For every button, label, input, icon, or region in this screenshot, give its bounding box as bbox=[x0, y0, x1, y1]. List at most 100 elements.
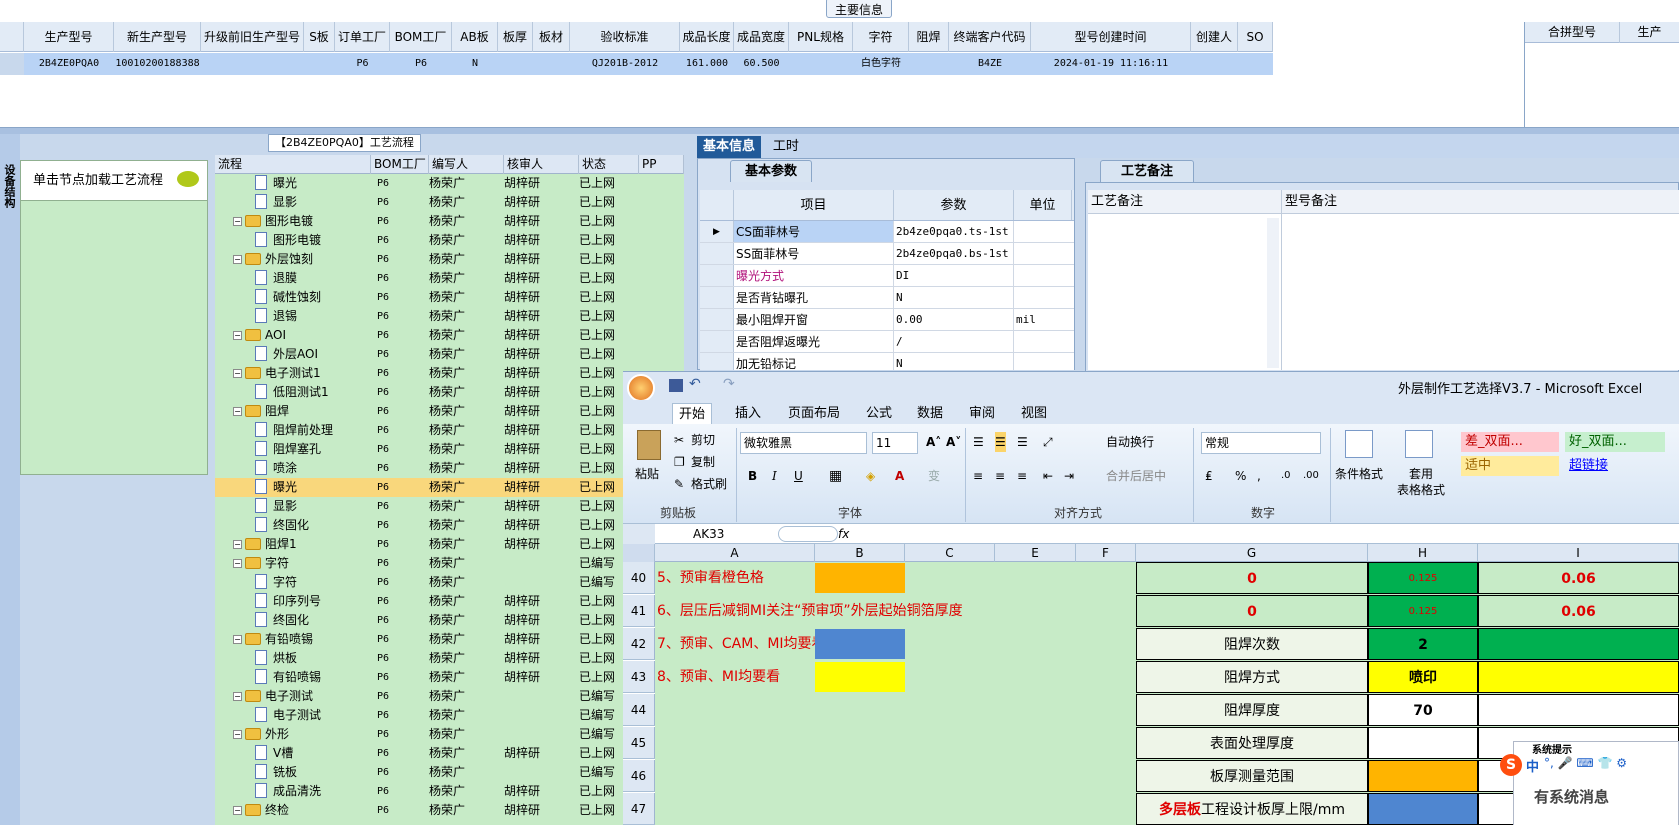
tree-node[interactable]: 成品清洗 bbox=[215, 782, 371, 801]
tree-col-writer[interactable]: 编写人 bbox=[429, 155, 504, 174]
copy-icon[interactable]: ❐ bbox=[674, 452, 685, 472]
param-value[interactable]: / bbox=[894, 331, 1014, 352]
main-cell[interactable]: 161.000 bbox=[680, 53, 734, 75]
cell-i[interactable] bbox=[1478, 661, 1679, 693]
align-center-icon[interactable]: ≡ bbox=[995, 466, 1005, 486]
tree-row[interactable]: 铣板 P6 杨荣广 已编写 bbox=[215, 763, 684, 782]
brush-icon[interactable]: ✎ bbox=[674, 474, 684, 494]
main-col-header[interactable]: 创建人 bbox=[1191, 22, 1238, 52]
conditional-format-icon[interactable] bbox=[1345, 430, 1373, 458]
expand-toggle-icon[interactable]: − bbox=[233, 407, 242, 416]
col-param[interactable]: 参数 bbox=[894, 190, 1014, 220]
underline-icon[interactable]: U bbox=[794, 466, 803, 486]
shrink-font-icon[interactable]: A˅ bbox=[946, 432, 961, 452]
main-cell[interactable] bbox=[1238, 53, 1273, 75]
row-header[interactable]: 43 bbox=[623, 661, 655, 693]
grow-font-icon[interactable]: A˄ bbox=[926, 432, 941, 452]
tree-col-checker[interactable]: 核审人 bbox=[504, 155, 579, 174]
grid-corner[interactable] bbox=[0, 22, 24, 52]
ime-logo-icon[interactable]: S bbox=[1500, 754, 1522, 776]
tree-row[interactable]: 阻焊塞孔 P6 杨荣广 胡梓研 已上网 bbox=[215, 440, 684, 459]
wrap-text-button[interactable]: 自动换行 bbox=[1106, 432, 1154, 452]
tree-row[interactable]: − AOI P6 杨荣广 胡梓研 已上网 bbox=[215, 326, 684, 345]
row-indicator[interactable] bbox=[0, 53, 24, 75]
tab-process-notes[interactable]: 工艺备注 bbox=[1100, 160, 1195, 182]
expand-toggle-icon[interactable]: − bbox=[233, 369, 242, 378]
main-cell[interactable]: 2B4ZE0PQA0 bbox=[24, 53, 114, 75]
tree-node[interactable]: 终固化 bbox=[215, 516, 371, 535]
tab-view[interactable]: 视图 bbox=[1015, 403, 1053, 424]
tab-home[interactable]: 开始 bbox=[672, 403, 713, 424]
main-col-header[interactable]: 新生产型号 bbox=[114, 22, 201, 52]
cell-i[interactable] bbox=[1478, 694, 1679, 726]
tree-node[interactable]: 终固化 bbox=[215, 611, 371, 630]
expand-toggle-icon[interactable]: − bbox=[233, 217, 242, 226]
paste-button[interactable]: 粘贴 bbox=[635, 464, 659, 484]
align-bottom-icon[interactable]: ☰ bbox=[1017, 432, 1028, 452]
tree-row[interactable]: − 电子测试1 P6 杨荣广 胡梓研 已上网 bbox=[215, 364, 684, 383]
col-header-f[interactable]: F bbox=[1076, 544, 1136, 562]
cell-h[interactable] bbox=[1368, 760, 1478, 792]
main-cell[interactable] bbox=[533, 53, 570, 75]
cell-g[interactable]: 多层板工程设计板厚上限/mm bbox=[1136, 793, 1368, 825]
param-value[interactable]: N bbox=[894, 287, 1014, 308]
main-cell[interactable] bbox=[201, 53, 304, 75]
expand-toggle-icon[interactable]: − bbox=[233, 331, 242, 340]
tree-row[interactable]: 字符 P6 杨荣广 已编写 bbox=[215, 573, 684, 592]
main-col-header[interactable]: S板 bbox=[304, 22, 335, 52]
main-col-header[interactable]: 板材 bbox=[533, 22, 570, 52]
tree-node[interactable]: − AOI bbox=[215, 326, 371, 345]
row-header[interactable]: 46 bbox=[623, 760, 655, 792]
model-note-col[interactable]: 型号备注 bbox=[1282, 190, 1679, 370]
main-col-header[interactable]: 板厚 bbox=[498, 22, 533, 52]
conditional-format-button[interactable]: 条件格式 bbox=[1335, 464, 1383, 484]
cell-a[interactable] bbox=[657, 793, 1137, 825]
cell-h[interactable] bbox=[1368, 793, 1478, 825]
system-popup[interactable]: 系统提示 S 中 °, 🎤 ⌨ 👕 ⚙ 有系统消息 bbox=[1500, 741, 1679, 825]
main-cell[interactable]: 60.500 bbox=[734, 53, 789, 75]
comma-button[interactable]: , bbox=[1257, 466, 1261, 486]
expand-toggle-icon[interactable]: − bbox=[233, 806, 242, 815]
main-cell[interactable]: 10010200188388 bbox=[114, 53, 201, 75]
align-left-icon[interactable]: ≡ bbox=[973, 466, 983, 486]
param-row[interactable]: ▶ CS面菲林号 2b4ze0pqa0.ts-1st bbox=[700, 221, 1074, 243]
tab-insert[interactable]: 插入 bbox=[729, 403, 767, 424]
tree-node[interactable]: 喷涂 bbox=[215, 459, 371, 478]
tab-basic-info[interactable]: 基本信息 bbox=[697, 136, 762, 158]
tree-node[interactable]: 外层AOI bbox=[215, 345, 371, 364]
tab-review[interactable]: 审阅 bbox=[963, 403, 1001, 424]
cell-b-fill[interactable] bbox=[815, 563, 905, 593]
param-value[interactable]: 2b4ze0pqa0.ts-1st bbox=[894, 221, 1014, 242]
font-color-icon[interactable]: A bbox=[895, 466, 904, 486]
cell-i[interactable]: 0.06 bbox=[1478, 562, 1679, 594]
tree-row[interactable]: 低阻测试1 P6 杨荣广 胡梓研 已上网 bbox=[215, 383, 684, 402]
tree-row[interactable]: − 图形电镀 P6 杨荣广 胡梓研 已上网 bbox=[215, 212, 684, 231]
tree-node[interactable]: 字符 bbox=[215, 573, 371, 592]
phonetic-icon[interactable]: 变 bbox=[928, 466, 940, 486]
col-unit[interactable]: 单位 bbox=[1014, 190, 1072, 220]
tree-node[interactable]: 曝光 bbox=[215, 478, 371, 497]
tree-row[interactable]: 显影 P6 杨荣广 胡梓研 已上网 bbox=[215, 193, 684, 212]
tree-row[interactable]: − 电子测试 P6 杨荣广 已编写 bbox=[215, 687, 684, 706]
main-cell[interactable] bbox=[909, 53, 949, 75]
main-cell[interactable] bbox=[789, 53, 853, 75]
tree-node[interactable]: − 终检 bbox=[215, 801, 371, 820]
main-col-header[interactable]: 阻焊 bbox=[909, 22, 949, 52]
tree-node[interactable]: − 电子测试1 bbox=[215, 364, 371, 383]
expand-toggle-icon[interactable]: − bbox=[233, 692, 242, 701]
tree-row[interactable]: − 外层蚀刻 P6 杨荣广 胡梓研 已上网 bbox=[215, 250, 684, 269]
tree-node[interactable]: 铣板 bbox=[215, 763, 371, 782]
tab-page-layout[interactable]: 页面布局 bbox=[782, 403, 846, 424]
param-row[interactable]: 是否背钻曝孔 N bbox=[700, 287, 1074, 309]
cell-g[interactable]: 0 bbox=[1136, 595, 1368, 627]
param-row[interactable]: 加无铅标记 N bbox=[700, 353, 1074, 370]
main-col-header[interactable]: PNL规格 bbox=[789, 22, 853, 52]
row-indicator[interactable] bbox=[700, 287, 734, 308]
tree-node[interactable]: 曝光 bbox=[215, 174, 371, 193]
copy-button[interactable]: 复制 bbox=[691, 452, 715, 472]
tree-row[interactable]: 退膜 P6 杨荣广 胡梓研 已上网 bbox=[215, 269, 684, 288]
main-cell[interactable]: N bbox=[452, 53, 498, 75]
cut-button[interactable]: 剪切 bbox=[691, 430, 715, 450]
table-format-icon[interactable] bbox=[1405, 430, 1433, 458]
cell-h[interactable]: 0.125 bbox=[1368, 562, 1478, 594]
